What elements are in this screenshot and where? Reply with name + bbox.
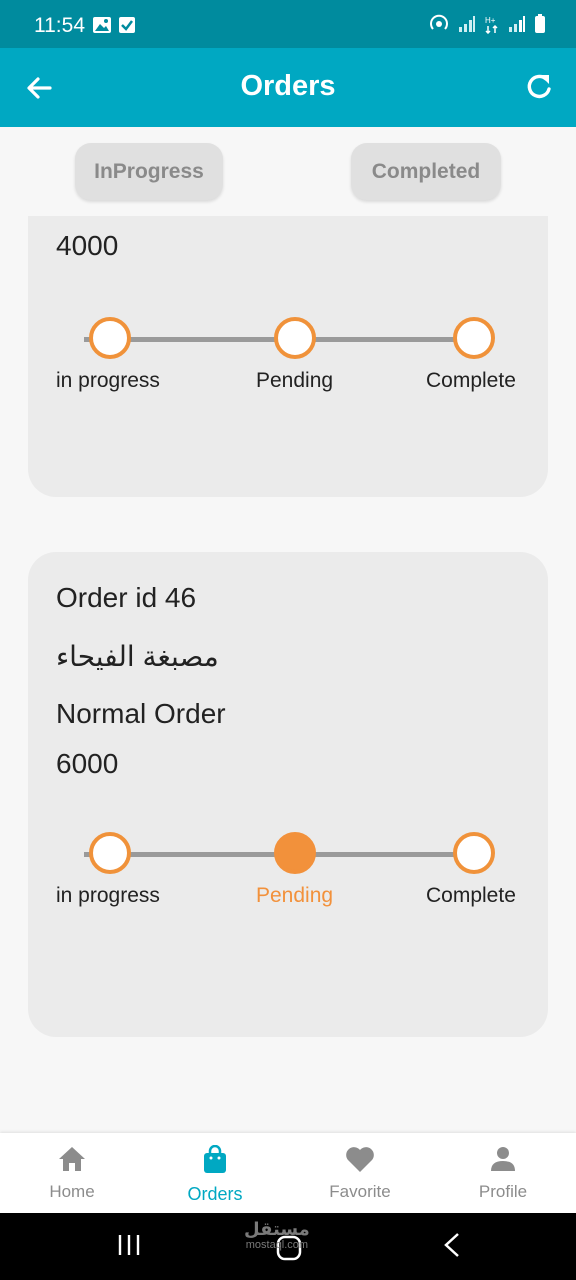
order-status-stepper: in progress Pending Complete <box>56 317 526 397</box>
nav-item-profile[interactable]: Profile <box>448 1145 558 1202</box>
home-icon <box>57 1147 87 1177</box>
tab-inprogress[interactable]: InProgress <box>75 143 223 200</box>
step-label-complete: Complete <box>426 369 516 392</box>
hotspot-icon <box>428 14 450 39</box>
order-amount: 4000 <box>56 230 119 261</box>
bottom-navigation: Home Orders Favorite Profile <box>0 1133 576 1213</box>
nav-label: Orders <box>187 1184 243 1204</box>
step-node-in-progress <box>89 832 131 874</box>
order-amount: 6000 <box>56 748 119 779</box>
watermark-text: مستقل <box>244 1219 310 1239</box>
page-title: Orders <box>240 70 336 102</box>
nav-label: Home <box>49 1182 95 1201</box>
order-card[interactable]: Order id 46 مصبغة الفيحاء Normal Order 6… <box>28 552 548 1037</box>
status-time: 11:54 <box>34 14 85 37</box>
step-label-pending: Pending <box>256 884 334 907</box>
gallery-icon <box>92 16 112 39</box>
recent-apps-icon[interactable] <box>116 1231 142 1264</box>
checkbox-icon <box>118 16 136 39</box>
app-bar: Orders <box>0 48 576 127</box>
system-navigation-bar: مستقل mostaql.com <box>0 1213 576 1280</box>
nav-label: Profile <box>478 1182 528 1201</box>
order-id: Order id 46 <box>56 582 197 613</box>
step-node-complete <box>453 317 495 359</box>
step-label-pending: Pending <box>256 369 334 392</box>
nav-label: Favorite <box>329 1182 391 1201</box>
status-bar: 11:54 H+ <box>0 0 576 48</box>
status-indicators: H+ <box>428 14 546 39</box>
svg-text:H+: H+ <box>485 16 496 25</box>
battery-icon <box>534 14 546 39</box>
step-node-pending <box>274 832 316 874</box>
watermark-sub: mostaql.com <box>245 1239 309 1251</box>
shop-name: مصبغة الفيحاء <box>56 641 219 672</box>
person-icon <box>489 1147 517 1177</box>
back-chevron-icon[interactable] <box>440 1231 464 1264</box>
signal-icon <box>458 15 476 38</box>
step-node-in-progress <box>89 317 131 359</box>
nav-item-favorite[interactable]: Favorite <box>305 1145 415 1202</box>
watermark-logo: مستقل mostaql.com <box>244 1219 310 1253</box>
step-node-pending <box>274 317 316 359</box>
nav-item-orders[interactable]: Orders <box>160 1144 270 1205</box>
nav-item-home[interactable]: Home <box>17 1145 127 1202</box>
order-type: Normal Order <box>56 698 226 729</box>
data-icon: H+ <box>484 14 500 39</box>
step-label-complete: Complete <box>426 884 516 907</box>
tab-completed[interactable]: Completed <box>351 143 501 200</box>
signal-2-icon <box>508 15 526 38</box>
refresh-icon[interactable] <box>524 70 556 104</box>
order-status-stepper: in progress Pending Complete <box>56 832 526 912</box>
heart-icon <box>344 1147 376 1177</box>
shopping-bag-icon <box>201 1144 229 1179</box>
step-label-in-progress: in progress <box>56 369 160 392</box>
order-card[interactable]: 4000 in progress Pending Complete <box>28 190 548 497</box>
step-node-complete <box>453 832 495 874</box>
step-label-in-progress: in progress <box>56 884 160 907</box>
